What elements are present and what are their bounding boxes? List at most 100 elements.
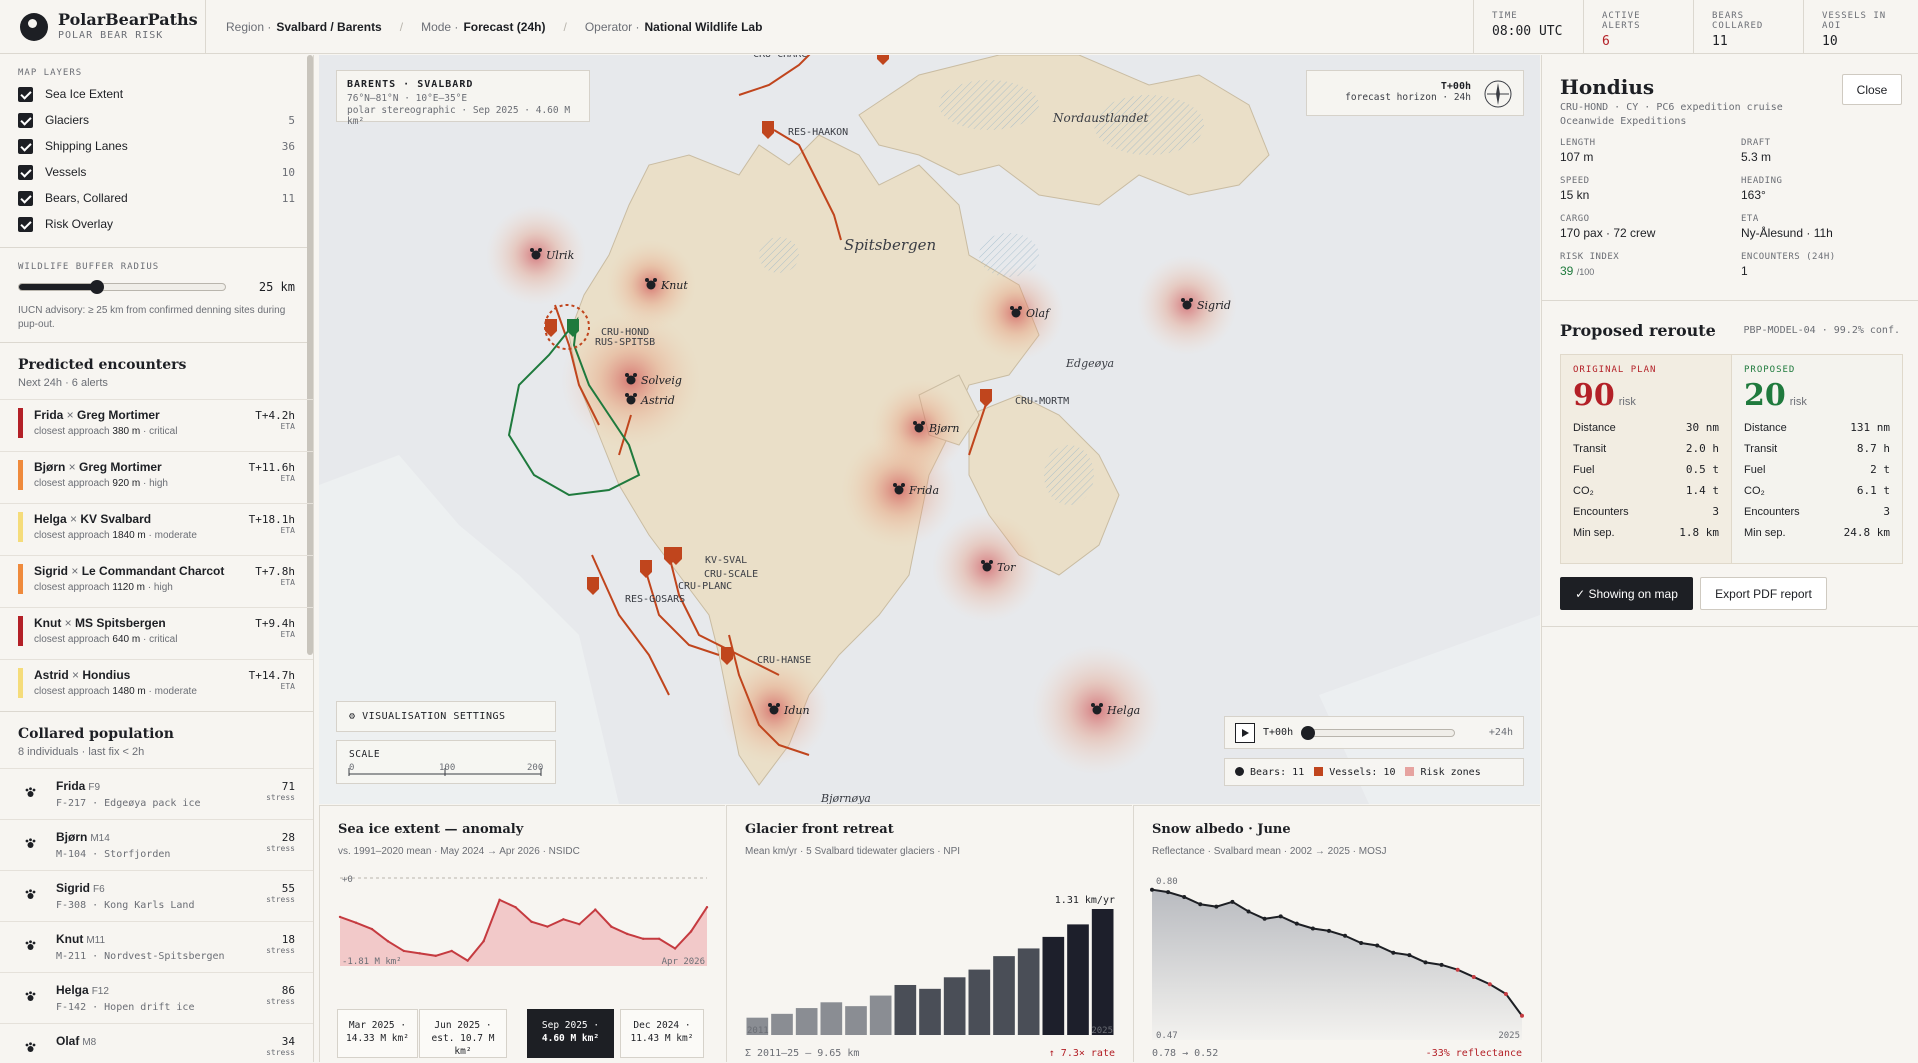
data-point [1294,921,1299,926]
close-button[interactable]: Close [1842,74,1902,105]
encounter-item[interactable]: Frida × Greg Mortimer closest approach 38… [0,399,313,451]
stat-vessels-aoi[interactable]: VESSELS IN AOI 10 [1803,0,1918,54]
timeline-slider[interactable] [1301,725,1456,740]
population-item[interactable]: Olaf M8 34 stress [0,1023,313,1062]
snapshot-date: Mar 2025 · [348,1020,407,1031]
snapshot-button[interactable]: Sep 2025 · 4.60 M km² [527,1009,614,1058]
field-value: 107 m [1560,150,1594,164]
plan-row: Min sep. 24.8 km [1744,522,1890,543]
y-top-label: 0.80 [1156,877,1178,887]
map-header-box: BARENTS · SVALBARD 76°N–81°N · 10°E–35°E… [336,70,590,127]
checkbox-checked-icon[interactable] [18,216,33,232]
bar[interactable] [869,995,892,1035]
vessel-label: CRU-PLANC [678,581,732,592]
horizon-box[interactable]: T+00h forecast horizon · 24h [1306,70,1524,116]
bar[interactable] [1017,948,1040,1035]
layer-bears-collared[interactable]: Bears, Collared 11 [0,185,313,211]
severity-label: critical [149,634,178,645]
divider [1542,626,1918,627]
visualisation-settings-button[interactable]: ⚙ VISUALISATION SETTINGS [336,701,556,732]
population-item[interactable]: Sigrid F6 F-308 · Kong Karls Land 55 stress [0,870,313,921]
buffer-slider[interactable] [18,280,226,294]
slider-fill [19,284,98,290]
proposed-plan-card[interactable]: PROPOSED 20 risk Distance 131 nm Transit 8.7… [1731,354,1903,564]
vessel-marker[interactable]: RES-GOSARS [587,577,685,605]
snapshot-button[interactable]: Mar 2025 · 14.33 M km² [337,1009,418,1058]
checkbox-checked-icon[interactable] [18,190,33,206]
bar[interactable] [968,969,991,1035]
checkbox-checked-icon[interactable] [18,112,33,128]
risk-square-icon [1405,766,1415,776]
bar[interactable] [1091,909,1114,1035]
timeline-end: +24h [1488,727,1513,738]
snapshot-button[interactable]: Dec 2024 · 11.43 M km² [620,1009,704,1058]
scale-label: SCALE [349,749,381,760]
layer-vessels[interactable]: Vessels 10 [0,159,313,185]
bar[interactable] [771,1013,793,1035]
layer-sea-ice[interactable]: Sea Ice Extent [0,81,313,107]
slider-handle[interactable] [90,280,105,294]
snapshot-button[interactable]: Jun 2025 · est. 10.7 M km² [419,1009,507,1058]
eta-label: ETA [280,422,295,431]
crumb-operator[interactable]: Operator · National Wildlife Lab [585,20,763,34]
vessel-marker[interactable]: CRU-CHARC [753,55,889,65]
layer-risk-overlay[interactable]: Risk Overlay [0,211,313,237]
export-pdf-button[interactable]: Export PDF report [1700,577,1827,610]
plan-row-label: CO₂ [1573,484,1594,497]
bar[interactable] [845,1006,867,1035]
bar[interactable] [795,1008,818,1035]
bear-dot-icon [1092,705,1102,715]
bear-name: Frida F9 [56,779,295,793]
bar[interactable] [894,984,917,1035]
vessel-label: CRU-SCALE [704,569,758,580]
checkbox-checked-icon[interactable] [18,164,33,180]
encounter-item[interactable]: Sigrid × Le Commandant Charcot closest ap… [0,555,313,607]
data-point [434,954,437,957]
paw-icon [25,889,36,899]
x-end-label: 2025 [1498,1031,1520,1041]
field-length: LENGTH 107 m [1560,138,1596,164]
bar[interactable] [919,988,941,1035]
population-item[interactable]: Bjørn M14 M-104 · Storfjorden 28 stress [0,819,313,870]
bar[interactable] [820,1002,843,1035]
stat-active-alerts[interactable]: ACTIVE ALERTS 6 [1583,0,1693,54]
bear-dot-icon [626,375,636,385]
bar[interactable] [943,977,966,1035]
crumb-mode[interactable]: Mode · Forecast (24h) [421,20,545,34]
bear-tag: F9 [88,782,101,793]
layer-shipping-lanes[interactable]: Shipping Lanes 36 [0,133,313,159]
polar-bear-logo-icon [20,13,48,41]
map-canvas[interactable]: Ulrik Knut Solveig Astrid Olaf Sigrid Bjørn Fri… [319,55,1540,804]
showing-on-map-button[interactable]: ✓ Showing on map [1560,577,1693,610]
bar[interactable] [993,956,1015,1035]
bar[interactable] [1042,936,1065,1035]
original-plan-card[interactable]: ORIGINAL PLAN 90 risk Distance 30 nm Transi… [1560,354,1732,564]
layer-glaciers[interactable]: Glaciers 5 [0,107,313,133]
bear-dot-icon [769,705,779,715]
population-item[interactable]: Frida F9 F-217 · Edgeøya pack ice 71 stress [0,768,313,819]
bar[interactable] [1067,924,1089,1035]
checkbox-checked-icon[interactable] [18,86,33,102]
encounter-item[interactable]: Astrid × Hondius closest approach 1480 m … [0,659,313,711]
stat-bears-collared[interactable]: BEARS COLLARED 11 [1693,0,1803,54]
plan-risk: 90 risk [1573,378,1719,413]
population-item[interactable]: Helga F12 F-142 · Hopen drift ice 86 stress [0,972,313,1023]
field-key: RISK INDEX [1560,252,1620,262]
checkbox-checked-icon[interactable] [18,138,33,154]
encounter-item[interactable]: Knut × MS Spitsbergen closest approach 64… [0,607,313,659]
place-label: Nordaustlandet [1053,111,1149,125]
snapshot-unit: km² [454,1046,472,1057]
data-point [370,927,374,931]
bear-name-text: Helga [56,983,89,997]
data-point [1423,960,1428,965]
encounter-item[interactable]: Helga × KV Svalbard closest approach 1840… [0,503,313,555]
timeline-handle[interactable] [1301,725,1316,740]
vessel-marker[interactable]: CRU-MORTM [980,389,1069,407]
play-icon[interactable] [1235,722,1255,743]
plan-row-label: Encounters [1573,505,1629,518]
plan-row: Encounters 3 [1744,501,1890,522]
crumb-region[interactable]: Region · Svalbard / Barents [226,20,382,34]
brand[interactable]: PolarBearPaths POLAR BEAR RISK [0,0,206,54]
encounter-item[interactable]: Bjørn × Greg Mortimer closest approach 92… [0,451,313,503]
population-item[interactable]: Knut M11 M-211 · Nordvest-Spitsbergen 18 str… [0,921,313,972]
